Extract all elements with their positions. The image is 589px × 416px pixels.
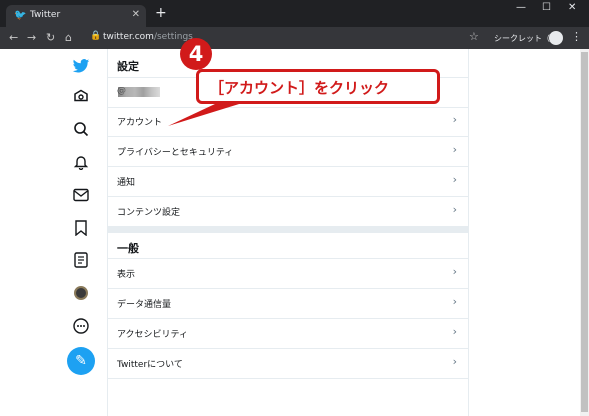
- step-number-badge: 4: [180, 38, 212, 70]
- callout-text: ［アカウント］をクリック: [209, 79, 390, 97]
- callout-pointer: [168, 96, 252, 126]
- instruction-callout: ［アカウント］をクリック: [196, 69, 440, 104]
